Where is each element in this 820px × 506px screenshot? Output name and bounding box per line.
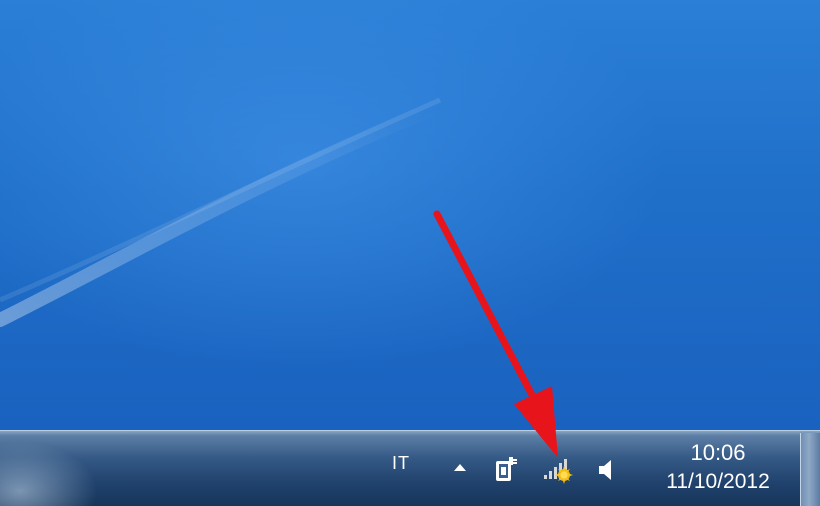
taskbar: IT 10:06 11/10/2012 [0,430,820,506]
speaker-icon[interactable] [596,456,616,484]
start-button-glow[interactable] [0,431,120,506]
chevron-up-icon[interactable] [452,459,468,475]
desktop-background[interactable] [0,0,820,430]
power-plug-icon[interactable] [493,453,519,485]
system-clock[interactable]: 10:06 11/10/2012 [650,439,786,497]
language-indicator[interactable]: IT [392,453,410,474]
network-signal-icon[interactable] [540,453,578,485]
screen: IT 10:06 11/10/2012 [0,0,820,506]
network-warning-badge-icon [555,466,573,484]
clock-time: 10:06 [690,440,746,465]
show-desktop-button[interactable] [800,433,820,506]
wallpaper-swoosh [0,97,442,327]
clock-date: 11/10/2012 [666,470,770,493]
